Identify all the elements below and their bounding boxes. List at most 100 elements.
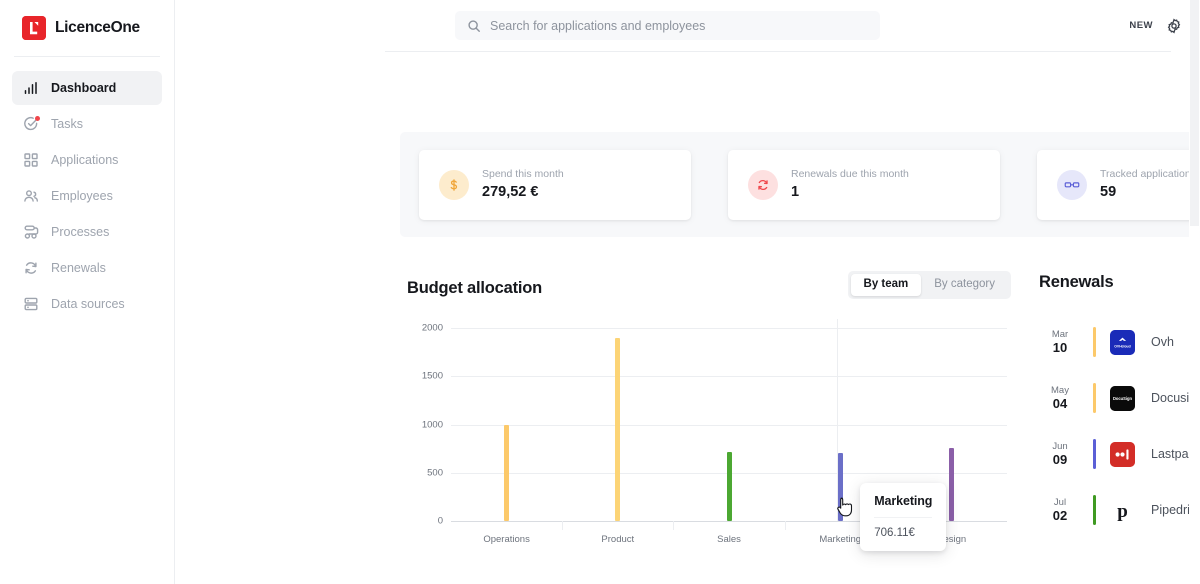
grid-apps-icon: [22, 152, 39, 169]
task-check-icon: [22, 116, 39, 133]
refresh-icon: [22, 260, 39, 277]
x-axis-tick-label: Marketing: [819, 534, 861, 545]
renewal-date: Mar10: [1039, 329, 1081, 356]
app-root: LicenceOne Dashboard: [0, 0, 1200, 584]
renewal-month: Jun: [1039, 441, 1081, 452]
topbar-actions: NEW: [1129, 0, 1182, 51]
search-icon: [467, 19, 481, 33]
renewal-day: 10: [1039, 340, 1081, 356]
x-axis-tick-label: Sales: [717, 534, 741, 545]
renewal-month: Mar: [1039, 329, 1081, 340]
tasks-badge-dot: [35, 116, 40, 121]
glasses-icon: [1057, 170, 1087, 200]
chart-bar[interactable]: [615, 338, 620, 521]
search-input[interactable]: [490, 19, 868, 33]
search-box[interactable]: [455, 11, 880, 40]
new-button[interactable]: NEW: [1129, 20, 1153, 31]
stat-value: 279,52 €: [482, 183, 564, 203]
renewals-title: Renewals: [1039, 273, 1200, 292]
sidebar-item-label: Renewals: [51, 261, 106, 275]
renewal-day: 09: [1039, 452, 1081, 468]
docusign-logo-icon: DocuSign: [1110, 386, 1135, 411]
stat-card-renewals-due[interactable]: Renewals due this month 1: [728, 150, 1000, 220]
brand-logo[interactable]: LicenceOne: [0, 0, 174, 56]
licenceone-logo-icon: [22, 16, 46, 40]
y-axis-tick-label: 500: [407, 467, 443, 478]
sidebar-item-label: Employees: [51, 189, 113, 203]
refresh-icon: [748, 170, 778, 200]
ovh-logo-icon: OVHcloud: [1110, 330, 1135, 355]
sidebar-item-label: Tasks: [51, 117, 83, 131]
renewal-row[interactable]: May04DocuSignDocusign: [1039, 370, 1200, 426]
stat-card-tracked-apps[interactable]: Tracked applications 59: [1037, 150, 1200, 220]
renewal-row[interactable]: Jun09Lastpass: [1039, 426, 1200, 482]
budget-allocation-panel: Budget allocation By team By category 05…: [407, 273, 1007, 584]
y-axis-tick-label: 2000: [407, 323, 443, 334]
x-axis-tick: [673, 521, 674, 530]
page-title: Budget allocation: [407, 279, 542, 298]
chart-bar[interactable]: [949, 448, 954, 521]
people-icon: [22, 188, 39, 205]
y-axis-tick-label: 1000: [407, 419, 443, 430]
x-axis-tick-label: Operations: [483, 534, 529, 545]
y-axis-tick-label: 1500: [407, 371, 443, 382]
renewal-day: 04: [1039, 396, 1081, 412]
sidebar-item-dashboard[interactable]: Dashboard: [12, 71, 162, 105]
svg-text:p: p: [1117, 501, 1128, 522]
stats-strip: Spend this month 279,52 € R: [400, 132, 1200, 237]
gridline: [451, 328, 1007, 329]
chart-tooltip: Marketing706.11€: [860, 483, 946, 551]
stat-value: 1: [791, 183, 909, 203]
sidebar-item-applications[interactable]: Applications: [12, 143, 162, 177]
sidebar-item-label: Data sources: [51, 297, 125, 311]
processes-icon: [22, 224, 39, 241]
sidebar-item-employees[interactable]: Employees: [12, 179, 162, 213]
gear-icon[interactable]: [1166, 18, 1182, 34]
tab-by-team[interactable]: By team: [851, 274, 922, 296]
renewal-accent-bar: [1093, 495, 1096, 525]
chart-bar[interactable]: [504, 425, 509, 521]
x-axis-tick-label: Product: [601, 534, 634, 545]
svg-text:OVHcloud: OVHcloud: [1114, 344, 1130, 348]
svg-text:DocuSign: DocuSign: [1113, 395, 1133, 400]
renewal-accent-bar: [1093, 383, 1096, 413]
gridline: [451, 376, 1007, 377]
renewal-accent-bar: [1093, 439, 1096, 469]
chart-bar[interactable]: [727, 452, 732, 521]
database-icon: [22, 296, 39, 313]
renewal-date: Jul02: [1039, 497, 1081, 524]
stat-label: Spend this month: [482, 167, 564, 183]
sidebar-item-tasks[interactable]: Tasks: [12, 107, 162, 141]
renewal-date: May04: [1039, 385, 1081, 412]
gridline: [451, 425, 1007, 426]
x-axis-tick: [785, 521, 786, 530]
tooltip-title: Marketing: [874, 494, 932, 508]
renewals-list: Mar10OVHcloudOvhMay04DocuSignDocusignJun…: [1039, 314, 1200, 538]
sidebar-item-renewals[interactable]: Renewals: [12, 251, 162, 285]
stat-value: 59: [1100, 183, 1196, 203]
sidebar: LicenceOne Dashboard: [0, 0, 175, 584]
sidebar-item-label: Applications: [51, 153, 118, 167]
renewal-row[interactable]: Mar10OVHcloudOvh: [1039, 314, 1200, 370]
stat-card-spend[interactable]: Spend this month 279,52 €: [419, 150, 691, 220]
sidebar-item-processes[interactable]: Processes: [12, 215, 162, 249]
stat-label: Renewals due this month: [791, 167, 909, 183]
stat-label: Tracked applications: [1100, 167, 1196, 183]
renewal-row[interactable]: Jul02pPipedrive: [1039, 482, 1200, 538]
topbar-divider: [385, 51, 1171, 52]
page-scrollbar-track[interactable]: [1189, 0, 1200, 584]
renewals-panel: Renewals Mar10OVHcloudOvhMay04DocuSignDo…: [1039, 273, 1200, 538]
tooltip-divider: [874, 517, 932, 518]
budget-bar-chart[interactable]: 0500100015002000OperationsProductSalesMa…: [407, 319, 1007, 584]
dollar-icon: [439, 170, 469, 200]
sidebar-nav: Dashboard Tasks: [0, 57, 174, 321]
pipedrive-logo-icon: p: [1110, 498, 1135, 523]
budget-panel-header: Budget allocation By team By category: [407, 273, 1007, 303]
sidebar-item-data-sources[interactable]: Data sources: [12, 287, 162, 321]
lastpass-logo-icon: [1110, 442, 1135, 467]
renewal-month: Jul: [1039, 497, 1081, 508]
tab-by-category[interactable]: By category: [921, 274, 1008, 296]
page-scrollbar-thumb[interactable]: [1190, 0, 1199, 226]
renewal-month: May: [1039, 385, 1081, 396]
brand-name: LicenceOne: [55, 19, 140, 37]
